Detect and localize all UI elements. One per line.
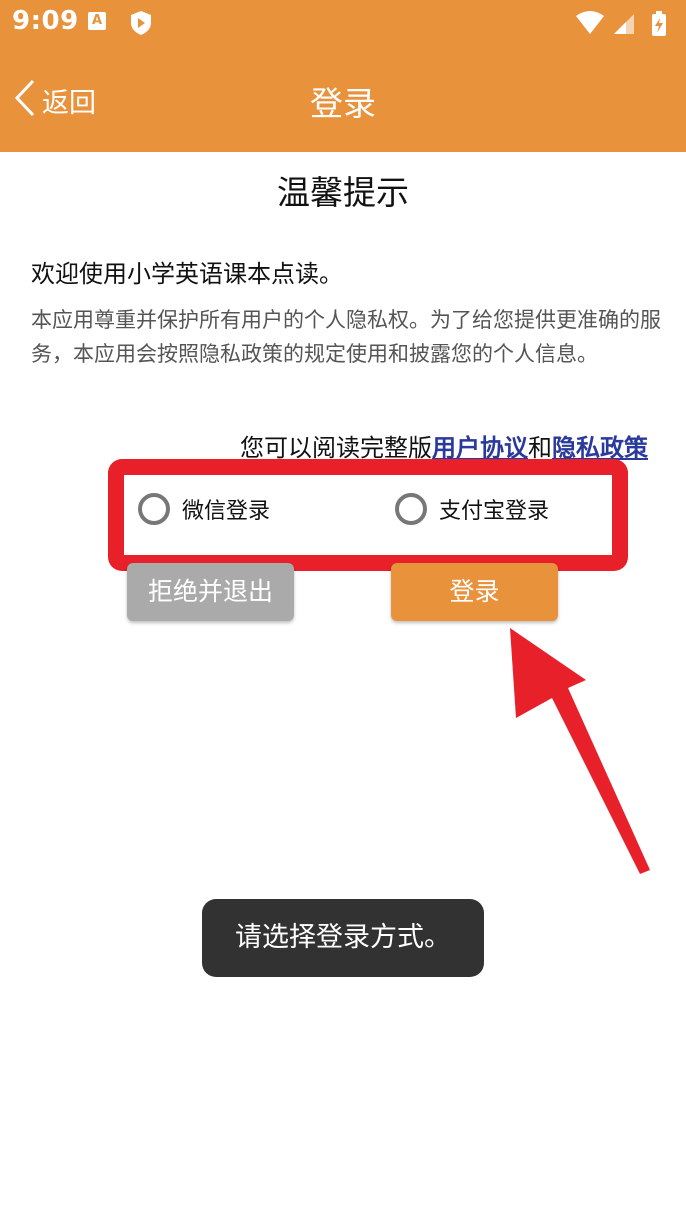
status-bar: 9:09 A <box>0 0 686 48</box>
alipay-login-option[interactable]: 支付宝登录 <box>395 489 549 529</box>
and-word: 和 <box>528 434 552 462</box>
signal-icon <box>614 14 634 34</box>
read-prefix: 您可以阅读完整版 <box>240 434 432 462</box>
welcome-text: 欢迎使用小学英语课本点读。 <box>31 260 343 288</box>
privacy-policy-link[interactable]: 隐私政策 <box>552 434 648 462</box>
page-title: 登录 <box>310 84 376 123</box>
status-time: 9:09 <box>12 6 79 36</box>
app-notification-icon: A <box>88 12 106 30</box>
alipay-login-label: 支付宝登录 <box>439 499 550 524</box>
radio-button-icon[interactable] <box>138 493 170 525</box>
toast-message: 请选择登录方式。 <box>202 899 484 977</box>
shield-play-icon <box>130 10 152 40</box>
reject-exit-button[interactable]: 拒绝并退出 <box>127 563 294 621</box>
login-button[interactable]: 登录 <box>391 563 558 621</box>
read-full-agreement-line: 您可以阅读完整版用户协议和隐私政策 <box>240 428 648 463</box>
dialog-title: 温馨提示 <box>277 173 409 212</box>
radio-button-icon[interactable] <box>395 493 427 525</box>
wechat-login-option[interactable]: 微信登录 <box>138 489 270 529</box>
wifi-icon <box>576 11 604 34</box>
privacy-description: 本应用尊重并保护所有用户的个人隐私权。为了给您提供更准确的服务，本应用会按照隐私… <box>31 308 661 366</box>
status-right-icons <box>574 10 674 42</box>
user-agreement-link[interactable]: 用户协议 <box>432 434 528 462</box>
battery-icon <box>652 11 666 36</box>
app-bar: 返回 登录 <box>0 48 686 152</box>
pointer-arrow-icon <box>500 620 660 884</box>
wechat-login-label: 微信登录 <box>182 499 271 524</box>
